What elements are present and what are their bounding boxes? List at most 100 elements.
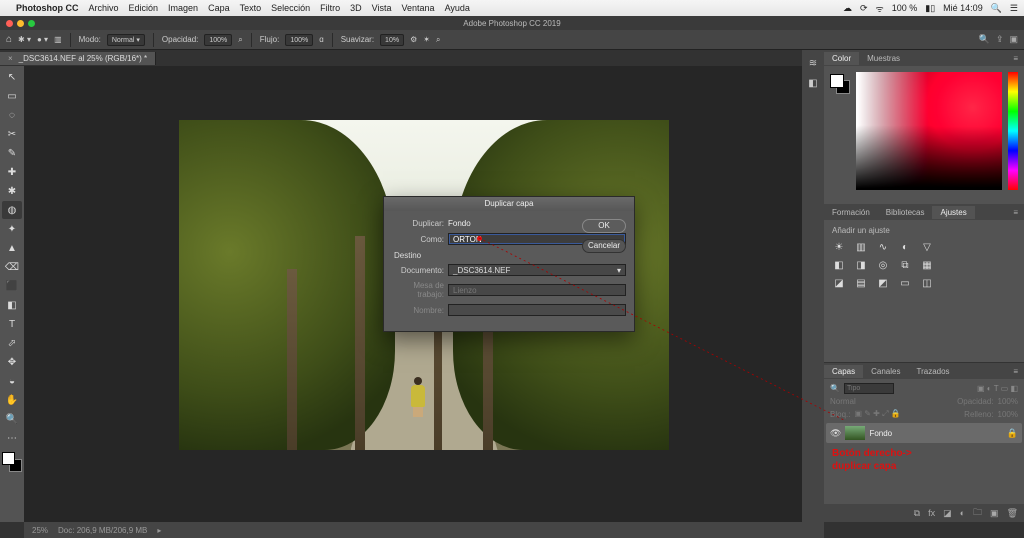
new-layer-icon[interactable]: ▣: [990, 508, 999, 519]
share-icon[interactable]: ⇪: [996, 34, 1004, 45]
tool-more[interactable]: ⋯: [2, 429, 22, 447]
menu-vista[interactable]: Vista: [372, 3, 392, 13]
tool-brush[interactable]: ◍: [2, 201, 22, 219]
opacity-field[interactable]: 100%: [204, 34, 232, 46]
layer-filter-icon[interactable]: 🔍: [830, 384, 840, 393]
panel-fg-bg-swatch[interactable]: [830, 74, 850, 94]
hue-slider[interactable]: [1008, 72, 1018, 190]
layer-name[interactable]: Fondo: [869, 429, 892, 438]
cancel-button[interactable]: Cancelar: [582, 239, 626, 253]
fill-value[interactable]: 100%: [998, 410, 1018, 419]
tool-type[interactable]: T: [2, 315, 22, 333]
lock-icons[interactable]: ▣ ✎ ✚ ⤢ 🔒: [854, 409, 900, 419]
menu-archivo[interactable]: Archivo: [89, 3, 119, 13]
adj-posterize-icon[interactable]: ▤: [854, 277, 868, 289]
document-tab[interactable]: × _DSC3614.NEF al 25% (RGB/16*) *: [0, 52, 156, 65]
tab-capas[interactable]: Capas: [824, 365, 863, 378]
tool-eyedropper[interactable]: ✚: [2, 163, 22, 181]
clock[interactable]: Mié 14:09: [943, 3, 983, 13]
new-fill-adjust-icon[interactable]: ◐: [960, 508, 965, 518]
tab-swatches[interactable]: Muestras: [859, 52, 908, 65]
blend-mode-select[interactable]: Normal: [830, 397, 856, 406]
tool-quick-select[interactable]: ✂: [2, 125, 22, 143]
color-field[interactable]: [856, 72, 1002, 190]
tool-healing[interactable]: ✱: [2, 182, 22, 200]
cloud-status-icon[interactable]: ☁: [843, 3, 852, 14]
tool-path-select[interactable]: ✥: [2, 353, 22, 371]
link-layers-icon[interactable]: ⧉: [914, 508, 920, 519]
layer-filter-input[interactable]: [844, 383, 894, 394]
adj-color-lookup-icon[interactable]: ▦: [920, 259, 934, 271]
tab-bibliotecas[interactable]: Bibliotecas: [878, 206, 933, 219]
zoom-readout[interactable]: 25%: [32, 526, 48, 535]
tool-dodge[interactable]: ◧: [2, 296, 22, 314]
adj-brightness-icon[interactable]: ☀: [832, 241, 846, 253]
layer-opacity-value[interactable]: 100%: [998, 397, 1018, 406]
tool-history-brush[interactable]: ▲: [2, 239, 22, 257]
tool-pen[interactable]: ⬀: [2, 334, 22, 352]
smooth-field[interactable]: 10%: [380, 34, 404, 46]
tab-formacion[interactable]: Formación: [824, 206, 878, 219]
layers-panel-menu-icon[interactable]: ≡: [1007, 367, 1024, 376]
adj-hue-icon[interactable]: ◧: [832, 259, 846, 271]
delete-layer-icon[interactable]: 🗑: [1007, 508, 1018, 519]
adj-gradient-map-icon[interactable]: ▭: [898, 277, 912, 289]
menu-filtro[interactable]: Filtro: [320, 3, 340, 13]
tool-move[interactable]: ↖: [2, 68, 22, 86]
flow-field[interactable]: 100%: [285, 34, 313, 46]
layer-thumbnail[interactable]: [845, 426, 865, 440]
menu-3d[interactable]: 3D: [350, 3, 362, 13]
doc-info[interactable]: Doc: 206,9 MB/206,9 MB: [58, 526, 147, 535]
foreground-background-swatch[interactable]: [2, 452, 22, 472]
brush-tool-indicator[interactable]: ✱ ▾: [18, 35, 31, 44]
window-zoom-button[interactable]: [28, 20, 35, 27]
tool-gradient[interactable]: ⬛: [2, 277, 22, 295]
ok-button[interactable]: OK: [582, 219, 626, 233]
layer-row[interactable]: 👁 Fondo 🔒: [826, 423, 1022, 443]
menu-texto[interactable]: Texto: [240, 3, 262, 13]
tool-eraser[interactable]: ⌫: [2, 258, 22, 276]
tool-marquee[interactable]: ▭: [2, 87, 22, 105]
brush-panel-icon[interactable]: ▥: [54, 35, 62, 44]
search-icon[interactable]: 🔍: [979, 34, 990, 45]
menu-ayuda[interactable]: Ayuda: [445, 3, 470, 13]
tool-clone[interactable]: ✦: [2, 220, 22, 238]
adj-curves-icon[interactable]: ∿: [876, 241, 890, 253]
menu-ventana[interactable]: Ventana: [402, 3, 435, 13]
layer-style-icon[interactable]: fx: [928, 508, 935, 518]
mode-select[interactable]: Normal ▾: [107, 34, 145, 46]
menu-imagen[interactable]: Imagen: [168, 3, 198, 13]
status-menu-icon[interactable]: ▸: [157, 526, 161, 535]
window-close-button[interactable]: [6, 20, 13, 27]
smooth-settings-icon[interactable]: ⚙: [410, 35, 417, 44]
color-panel-menu-icon[interactable]: ≡: [1007, 54, 1024, 63]
tool-hand[interactable]: ✋: [2, 391, 22, 409]
spotlight-icon[interactable]: 🔍: [991, 3, 1002, 14]
new-group-icon[interactable]: 🗀: [973, 505, 982, 521]
tool-crop[interactable]: ✎: [2, 144, 22, 162]
symmetry-icon[interactable]: ✶: [423, 35, 430, 44]
history-panel-icon[interactable]: ≋: [806, 56, 820, 70]
tool-zoom[interactable]: 🔍: [2, 410, 22, 428]
wifi-icon[interactable]: ᯤ: [876, 2, 884, 15]
tab-canales[interactable]: Canales: [863, 365, 908, 378]
pressure-size-icon[interactable]: ⌕: [436, 35, 440, 45]
adj-bw-icon[interactable]: ◨: [854, 259, 868, 271]
tool-shape[interactable]: ◒: [2, 372, 22, 390]
layer-visibility-icon[interactable]: 👁: [830, 428, 841, 439]
document-select[interactable]: _DSC3614.NEF▾: [448, 264, 626, 276]
notification-center-icon[interactable]: ☰: [1010, 3, 1018, 14]
sync-icon[interactable]: ⟳: [860, 3, 868, 14]
home-icon[interactable]: ⌂: [6, 34, 12, 45]
layer-mask-icon[interactable]: ◪: [943, 508, 952, 519]
tool-lasso[interactable]: ◌: [2, 106, 22, 124]
window-minimize-button[interactable]: [17, 20, 24, 27]
brush-preset-picker[interactable]: ● ▾: [37, 35, 48, 44]
layer-lock-icon[interactable]: 🔒: [1007, 428, 1018, 439]
properties-panel-icon[interactable]: ◧: [806, 76, 820, 90]
adj-vibrance-icon[interactable]: ▽: [920, 241, 934, 253]
mid-panel-menu-icon[interactable]: ≡: [1007, 208, 1024, 217]
adj-channel-mixer-icon[interactable]: ⧉: [898, 259, 912, 271]
adj-selective-color-icon[interactable]: ◫: [920, 277, 934, 289]
app-menu[interactable]: Photoshop CC: [16, 3, 79, 13]
